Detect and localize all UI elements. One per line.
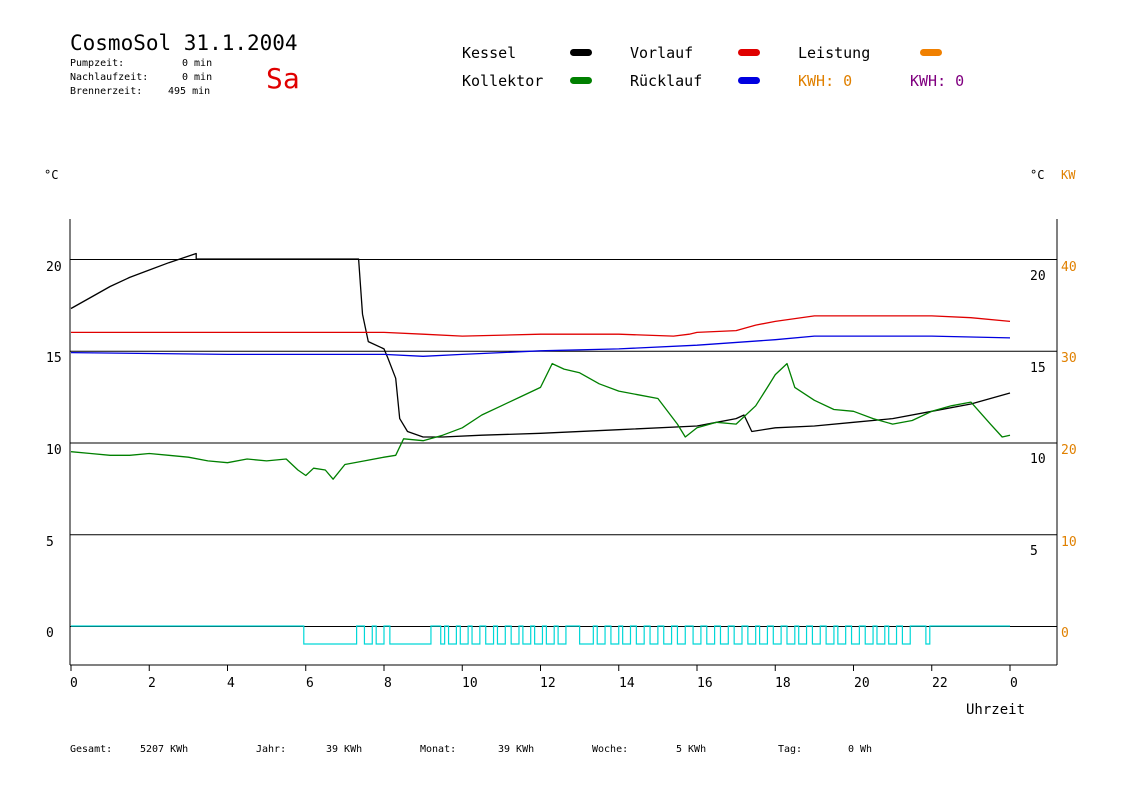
tick-label: 14 <box>619 676 635 691</box>
tick-label: 10 <box>1030 452 1046 467</box>
footer-value: 39 KWh <box>498 744 535 755</box>
tick-label: 22 <box>932 676 948 691</box>
chart-grid <box>70 259 1057 627</box>
day-label: Sa <box>266 62 300 95</box>
right-unit-kw: KW <box>1061 168 1076 182</box>
legend-kwh-2: KWH: 0 <box>910 72 965 90</box>
pump-signal-line <box>71 625 1010 645</box>
tick-label: 15 <box>46 351 62 366</box>
stat-value: 0 min <box>182 58 213 69</box>
chart-series <box>70 252 1011 645</box>
chart-title: CosmoSol 31.1.2004 <box>70 31 298 55</box>
footer-value: 0 Wh <box>848 744 873 755</box>
tick-label: 10 <box>462 676 478 691</box>
stat-value: 495 min <box>168 86 211 97</box>
tick-label: 12 <box>540 676 556 691</box>
stat-value: 0 min <box>182 72 213 83</box>
tick-label: 15 <box>1030 361 1046 376</box>
footer-label: Jahr: <box>256 744 287 755</box>
legend-swatch-vorlauf <box>738 49 760 56</box>
legend-swatch-ruecklauf <box>738 77 760 84</box>
footer-label: Tag: <box>778 744 803 755</box>
tick-label: 10 <box>1061 535 1077 550</box>
legend-swatch-kollektor <box>570 77 592 84</box>
tick-label: 6 <box>306 676 314 691</box>
chart-axes <box>69 219 1058 671</box>
footer-value: 39 KWh <box>326 744 363 755</box>
stat-label: Pumpzeit: <box>70 58 125 69</box>
footer-label: Woche: <box>592 744 629 755</box>
tick-label: 5 <box>46 535 54 550</box>
tick-label: 40 <box>1061 260 1077 275</box>
legend-label-leistung: Leistung <box>798 44 871 62</box>
tick-label: 4 <box>227 676 235 691</box>
tick-label: 8 <box>384 676 392 691</box>
tick-label: 0 <box>1061 626 1069 641</box>
series-line-kessel <box>70 252 1011 438</box>
tick-label: 20 <box>1061 443 1077 458</box>
tick-label: 5 <box>1030 544 1038 559</box>
legend-label-vorlauf: Vorlauf <box>630 44 694 62</box>
tick-label: 0 <box>46 626 54 641</box>
footer-value: 5207 KWh <box>140 744 189 755</box>
tick-label: 0 <box>70 676 78 691</box>
tick-label: 20 <box>46 260 62 275</box>
series-line-rcklauf <box>70 335 1011 357</box>
footer-value: 5 KWh <box>676 744 707 755</box>
tick-label: 18 <box>775 676 791 691</box>
legend-swatch-kessel <box>570 49 592 56</box>
tick-label: 20 <box>854 676 870 691</box>
legend-label-ruecklauf: Rücklauf <box>630 72 703 90</box>
legend-label-kollektor: Kollektor <box>462 72 544 90</box>
chart <box>69 219 1058 671</box>
stat-label: Brennerzeit: <box>70 86 143 97</box>
tick-label: 20 <box>1030 269 1046 284</box>
left-unit: °C <box>44 168 59 182</box>
tick-label: 30 <box>1061 351 1077 366</box>
tick-label: 2 <box>148 676 156 691</box>
legend-swatch-leistung <box>920 49 942 56</box>
series-line-vorlauf <box>71 315 1011 337</box>
footer-label: Monat: <box>420 744 457 755</box>
tick-label: 16 <box>697 676 713 691</box>
tick-label: 0 <box>1010 676 1018 691</box>
stat-label: Nachlaufzeit: <box>70 72 149 83</box>
tick-label: 10 <box>46 443 62 458</box>
legend-label-kessel: Kessel <box>462 44 517 62</box>
footer-label: Gesamt: <box>70 744 113 755</box>
legend-kwh-1: KWH: 0 <box>798 72 853 90</box>
right-unit: °C <box>1030 168 1045 182</box>
x-axis-label: Uhrzeit <box>966 702 1026 718</box>
